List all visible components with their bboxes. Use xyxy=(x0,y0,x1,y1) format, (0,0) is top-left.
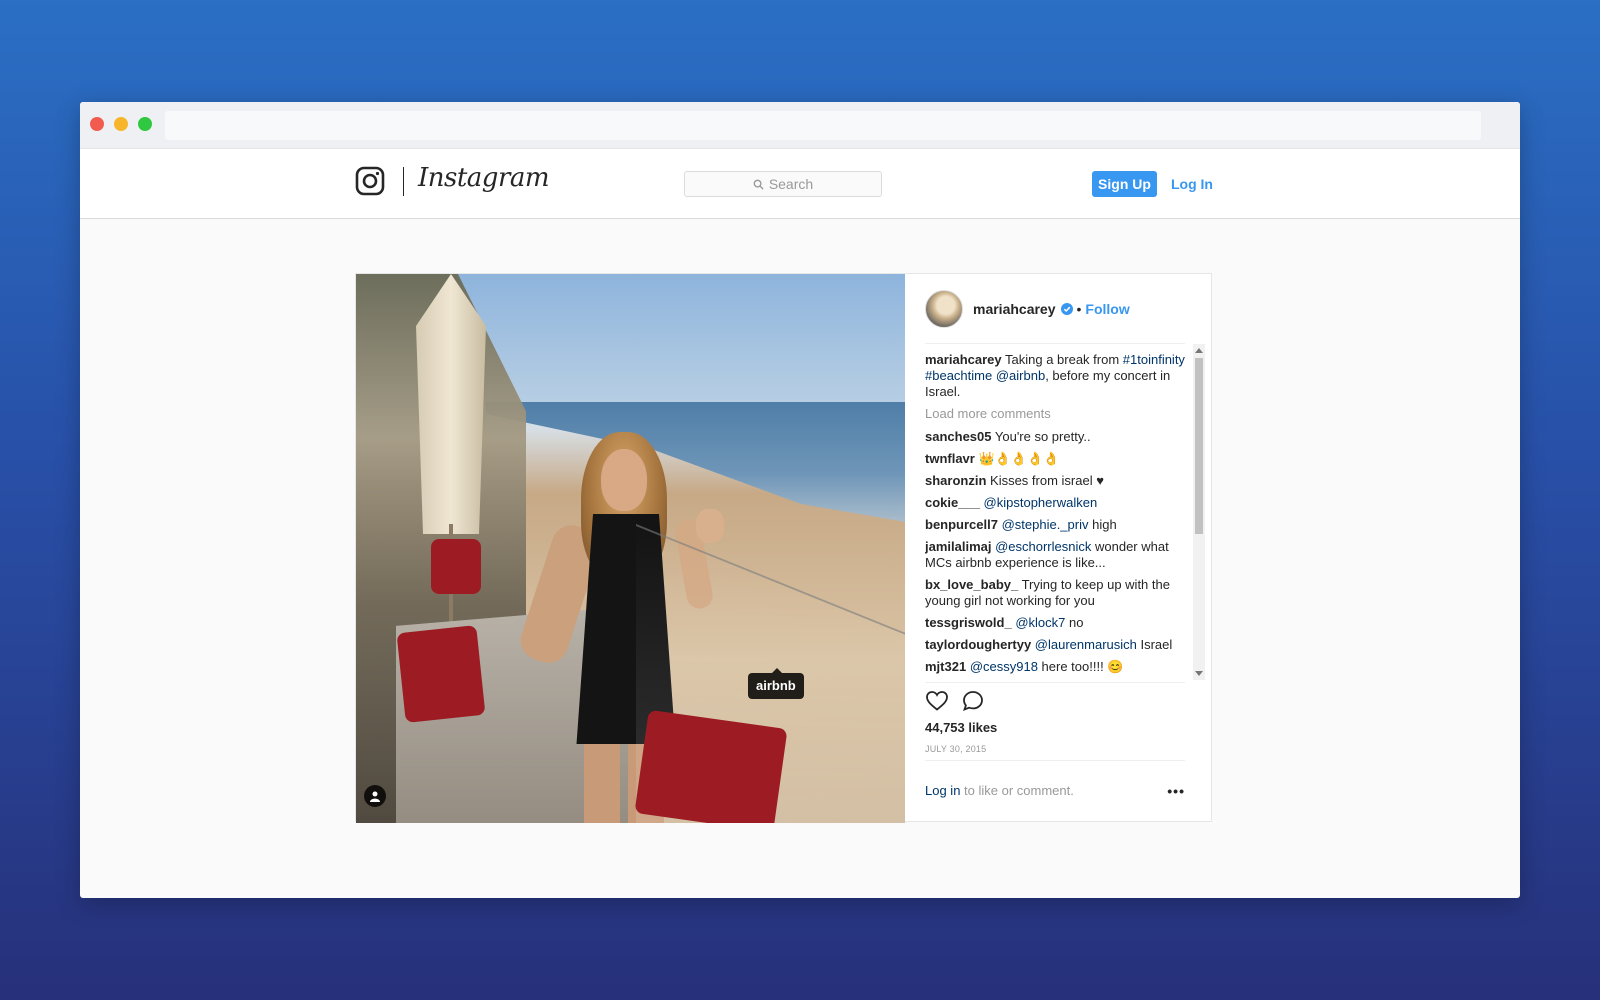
search-icon xyxy=(753,179,764,190)
photo-person-hand xyxy=(696,509,724,543)
comment-username[interactable]: cokie___ xyxy=(925,495,980,510)
follow-button[interactable]: Follow xyxy=(1085,301,1129,317)
avatar[interactable] xyxy=(925,289,963,328)
comment: benpurcell7 @stephie._priv high xyxy=(925,517,1187,533)
tagged-users-icon[interactable] xyxy=(364,785,386,807)
instagram-header: Instagram Search Sign Up Log In xyxy=(80,149,1520,219)
log-in-comment-link[interactable]: Log in xyxy=(925,783,960,798)
comment-text: Israel xyxy=(1136,637,1173,652)
comment: sanches05 You're so pretty.. xyxy=(925,429,1187,445)
separator-dot: • xyxy=(1076,300,1082,317)
verified-badge-icon xyxy=(1060,302,1073,315)
minimize-window-button[interactable] xyxy=(114,117,128,131)
comment-username[interactable]: bx_love_baby_ xyxy=(925,577,1018,592)
comment-text: high xyxy=(1088,517,1117,532)
post-date[interactable]: JULY 30, 2015 xyxy=(925,744,986,754)
post-card: airbnb mariahcarey • Follow mariahcarey … xyxy=(355,273,1212,823)
comment-text: no xyxy=(1065,615,1084,630)
browser-titlebar xyxy=(80,102,1520,149)
caption-username[interactable]: mariahcarey xyxy=(925,352,1002,367)
address-bar[interactable] xyxy=(165,111,1481,140)
post-caption: mariahcarey Taking a break from #1toinfi… xyxy=(925,352,1187,400)
search-placeholder: Search xyxy=(768,176,814,192)
post-username[interactable]: mariahcarey xyxy=(973,301,1056,317)
comment-text: You're so pretty.. xyxy=(991,429,1091,444)
hashtag-link[interactable]: #beachtime xyxy=(925,368,992,383)
comments-list[interactable]: mariahcarey Taking a break from #1toinfi… xyxy=(925,352,1187,684)
comment-text: here too!!!! 😊 xyxy=(1037,659,1124,674)
logo-divider xyxy=(403,167,404,196)
post-actions xyxy=(925,682,1185,718)
close-window-button[interactable] xyxy=(90,117,104,131)
browser-window: Instagram Search Sign Up Log In airbnb m… xyxy=(80,102,1520,898)
mention-link[interactable]: @stephie._priv xyxy=(998,517,1089,532)
comment: cokie___ @kipstopherwalken xyxy=(925,495,1187,511)
photo-person-face xyxy=(601,449,647,511)
comment-username[interactable]: taylordoughertyy xyxy=(925,637,1031,652)
comment: twnflavr 👑👌👌👌👌 xyxy=(925,451,1187,467)
likes-count[interactable]: 44,753 likes xyxy=(925,720,997,735)
photo-pillow xyxy=(431,539,481,594)
comment: mjt321 @cessy918 here too!!!! 😊 xyxy=(925,659,1187,675)
comment: jamilalimaj @eschorrlesnick wonder what … xyxy=(925,539,1187,571)
person-icon xyxy=(370,791,380,802)
photo-pillow xyxy=(396,625,486,723)
load-more-comments-link[interactable]: Load more comments xyxy=(925,406,1187,422)
sign-up-button[interactable]: Sign Up xyxy=(1092,171,1157,197)
comment-icon[interactable] xyxy=(961,689,985,713)
comment-username[interactable]: mjt321 xyxy=(925,659,966,674)
mention-link[interactable]: @laurenmarusich xyxy=(1031,637,1137,652)
mention-link[interactable]: @eschorrlesnick xyxy=(991,539,1091,554)
photo-sea xyxy=(486,402,905,522)
comment-username[interactable]: benpurcell7 xyxy=(925,517,998,532)
comment: sharonzin Kisses from israel ♥ xyxy=(925,473,1187,489)
instagram-wordmark[interactable]: Instagram xyxy=(418,163,550,193)
scrollbar-thumb[interactable] xyxy=(1195,358,1203,534)
mention-link[interactable]: @klock7 xyxy=(1012,615,1065,630)
comment: taylordoughertyy @laurenmarusich Israel xyxy=(925,637,1187,653)
comment-username[interactable]: jamilalimaj xyxy=(925,539,991,554)
caption-text: Taking a break from xyxy=(1001,352,1123,367)
login-prompt-text: to like or comment. xyxy=(960,783,1074,798)
maximize-window-button[interactable] xyxy=(138,117,152,131)
more-options-icon[interactable]: ••• xyxy=(1167,783,1185,799)
comment-username[interactable]: sharonzin xyxy=(925,473,986,488)
photo-umbrella xyxy=(416,274,486,534)
comment-text: Kisses from israel ♥ xyxy=(986,473,1104,488)
mention-link[interactable]: @cessy918 xyxy=(966,659,1038,674)
photo-user-tag[interactable]: airbnb xyxy=(748,668,804,699)
comment-username[interactable]: tessgriswold_ xyxy=(925,615,1012,630)
scroll-down-arrow-icon[interactable] xyxy=(1195,671,1203,676)
post-sidebar: mariahcarey • Follow mariahcarey Taking … xyxy=(905,274,1211,821)
comment-username[interactable]: twnflavr xyxy=(925,451,975,466)
comment-text: 👑👌👌👌👌 xyxy=(974,451,1060,466)
comments-scrollbar[interactable] xyxy=(1193,344,1205,680)
log-in-link[interactable]: Log In xyxy=(1171,171,1213,197)
post-footer: Log in to like or comment. ••• xyxy=(925,760,1185,820)
photo-pillow xyxy=(634,709,788,823)
hashtag-link[interactable]: #1toinfinity xyxy=(1123,352,1185,367)
post-photo[interactable]: airbnb xyxy=(356,274,905,823)
comment: tessgriswold_ @klock7 no xyxy=(925,615,1187,631)
mention-link[interactable]: @kipstopherwalken xyxy=(980,495,1098,510)
login-prompt: Log in to like or comment. xyxy=(925,783,1074,798)
post-header: mariahcarey • Follow xyxy=(925,274,1185,344)
heart-icon[interactable] xyxy=(925,689,949,713)
scroll-up-arrow-icon[interactable] xyxy=(1195,348,1203,353)
instagram-camera-icon[interactable] xyxy=(355,166,385,196)
mention-link[interactable]: @airbnb xyxy=(996,368,1045,383)
comment-username[interactable]: sanches05 xyxy=(925,429,992,444)
search-input[interactable]: Search xyxy=(684,171,882,197)
comment: bx_love_baby_ Trying to keep up with the… xyxy=(925,577,1187,609)
